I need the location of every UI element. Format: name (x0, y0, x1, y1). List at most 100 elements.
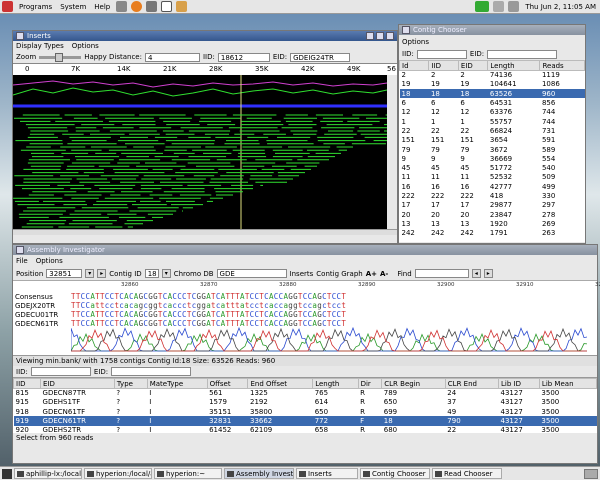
column-header-length[interactable]: Length (312, 378, 359, 389)
minimize-icon[interactable] (366, 32, 374, 40)
printer-icon[interactable] (176, 1, 188, 12)
table-row[interactable]: 13 13 13 1920 269 (400, 219, 585, 228)
table-row[interactable]: 222 222 222 418 330 (400, 191, 585, 200)
window-menu-icon[interactable] (16, 246, 24, 254)
table-row[interactable]: 22 22 22 66824 731 (400, 126, 585, 135)
read-name[interactable]: GDEJX20TR (15, 302, 55, 310)
column-header-end-offset[interactable]: End Offset (247, 378, 314, 389)
column-header-iid[interactable]: IID (13, 378, 42, 389)
show-desktop-icon[interactable] (2, 468, 12, 479)
zoom-slider-handle[interactable] (55, 52, 64, 62)
inserts-canvas[interactable] (13, 75, 387, 229)
window-menu-icon[interactable] (402, 26, 410, 34)
column-header-offset[interactable]: Offset (206, 378, 249, 389)
chromo-db-input[interactable]: GDE (216, 269, 287, 278)
workspace-switcher[interactable] (584, 468, 598, 479)
column-header-clr-end[interactable]: CLR End (444, 378, 500, 389)
network-icon[interactable] (493, 1, 505, 12)
taskbar-item[interactable]: hyperion:~ (154, 468, 222, 479)
column-header-iid[interactable]: IID (428, 60, 459, 71)
table-row[interactable]: 20 20 20 23847 278 (400, 210, 585, 219)
table-row[interactable]: 11 11 11 52532 509 (400, 173, 585, 182)
table-row[interactable]: 6 6 6 64531 856 (400, 98, 585, 107)
column-header-reads[interactable]: Reads (539, 60, 585, 71)
volume-icon[interactable] (508, 1, 520, 12)
assembly-titlebar[interactable]: Assembly Investigator (13, 245, 597, 255)
table-row[interactable]: 151 151 151 3654 591 (400, 136, 585, 145)
mail-icon[interactable] (146, 1, 158, 12)
menu-options[interactable]: Options (72, 42, 99, 50)
table-row[interactable]: 815 GDECN87TR? I 561 1325 765 R 789 24 43127 3500 (14, 389, 597, 398)
table-row[interactable]: 79 79 79 3672 589 (400, 145, 585, 154)
find-next-button[interactable]: ▸ (483, 269, 493, 278)
table-row[interactable]: 19 19 19 104641 1086 (400, 80, 585, 89)
inserts-titlebar[interactable]: Inserts (13, 31, 397, 41)
column-header-dir[interactable]: Dir (357, 378, 383, 389)
menu-programs[interactable]: Programs (15, 3, 56, 11)
alignment-view[interactable]: 32860 32870 32880 32890 32900 32910 32920 Cons… (13, 280, 600, 355)
table-row[interactable]: 915 GDEHS1TF? I 1579 2192 614 R 650 37 43127 3500 (14, 398, 597, 407)
contig-iid-input[interactable] (416, 49, 467, 59)
taskbar-item[interactable]: aphillip-lx:/local/a (14, 468, 82, 479)
column-header-lib-id[interactable]: Lib ID (498, 378, 540, 389)
distro-logo-icon[interactable] (2, 1, 13, 12)
read-eid-input[interactable] (111, 367, 192, 376)
menu-help[interactable]: Help (90, 3, 114, 11)
taskbar-item[interactable]: Read Chooser (432, 468, 502, 479)
find-input[interactable] (414, 269, 469, 278)
column-header-length[interactable]: Length (487, 60, 541, 71)
iid-input[interactable]: 18612 (217, 52, 270, 62)
column-header-eid[interactable]: EID (457, 60, 489, 71)
menu-file[interactable]: File (16, 257, 28, 265)
read-name[interactable]: GDECN61TR (15, 320, 58, 328)
contig-graph-button[interactable]: Contig Graph (316, 270, 362, 278)
table-row[interactable]: 16 16 16 42777 499 (400, 182, 585, 191)
read-iid-input[interactable] (30, 367, 91, 376)
penguin-icon[interactable] (161, 1, 173, 12)
maximize-icon[interactable] (376, 32, 384, 40)
table-row[interactable]: 45 45 45 51772 540 (400, 163, 585, 172)
column-header-id[interactable]: Id (399, 60, 430, 71)
menu-display-types[interactable]: Display Types (16, 42, 64, 50)
table-row[interactable]: 12 12 12 63376 744 (400, 108, 585, 117)
find-prev-button[interactable]: ◂ (471, 269, 481, 278)
taskbar-item[interactable]: Contig Chooser (360, 468, 430, 479)
zoom-slider[interactable] (39, 52, 82, 62)
table-row[interactable]: 9 9 9 36669 554 (400, 154, 585, 163)
table-row[interactable]: 920 GDEHS2TR? I 61452 62109 658 R 680 22 43127 350… (14, 426, 597, 433)
firefox-icon[interactable] (131, 1, 143, 12)
inserts-button[interactable]: Inserts (290, 270, 314, 278)
table-row[interactable]: 2 2 2 74136 1119 (400, 71, 585, 80)
close-icon[interactable] (386, 32, 394, 40)
font-smaller-button[interactable]: A- (380, 270, 388, 278)
table-row[interactable]: 919 GDECN61TR? I 32831 33662 772 F 18 790 43127 35… (13, 416, 597, 426)
launcher-icon[interactable] (116, 1, 128, 12)
table-row[interactable]: 18 18 18 63526 960 (399, 89, 585, 99)
contig-eid-input[interactable] (487, 49, 558, 59)
menu-options[interactable]: Options (36, 257, 63, 265)
menu-options[interactable]: Options (402, 38, 429, 46)
eid-input[interactable]: GDEIG24TR (290, 52, 351, 62)
read-name[interactable]: GDECU01TR (15, 311, 58, 319)
table-row[interactable]: 17 17 17 29877 297 (400, 201, 585, 210)
column-header-type[interactable]: Type (113, 378, 148, 389)
taskbar-item[interactable]: Inserts (296, 468, 358, 479)
window-menu-icon[interactable] (16, 32, 24, 40)
position-up-button[interactable]: ▸ (97, 269, 107, 278)
font-larger-button[interactable]: A+ (366, 270, 377, 278)
contig-chooser-titlebar[interactable]: Contig Chooser (399, 25, 585, 35)
column-header-clr-begin[interactable]: CLR Begin (381, 378, 446, 389)
column-header-lib-mean[interactable]: Lib Mean (538, 378, 597, 389)
table-row[interactable]: 1 1 1 55757 744 (400, 117, 585, 126)
contig-id-input[interactable]: 18 (144, 269, 159, 278)
position-input[interactable]: 32851 (46, 269, 83, 278)
happy-distance-input[interactable]: 4 (144, 52, 200, 62)
inserts-hscrollbar[interactable] (13, 229, 397, 235)
table-row[interactable]: 918 GDECN61TF? I 35151 35800 650 R 699 49 43127 35… (14, 407, 597, 416)
menu-system[interactable]: System (56, 3, 90, 11)
taskbar-item[interactable]: Assembly Investig (224, 468, 294, 479)
taskbar-item[interactable]: hyperion:/local/as (84, 468, 152, 479)
table-row[interactable]: 242 242 242 1791 263 (400, 229, 585, 238)
clock[interactable]: Thu Jun 2, 11:05 AM (521, 3, 600, 11)
position-down-button[interactable]: ▾ (85, 269, 95, 278)
